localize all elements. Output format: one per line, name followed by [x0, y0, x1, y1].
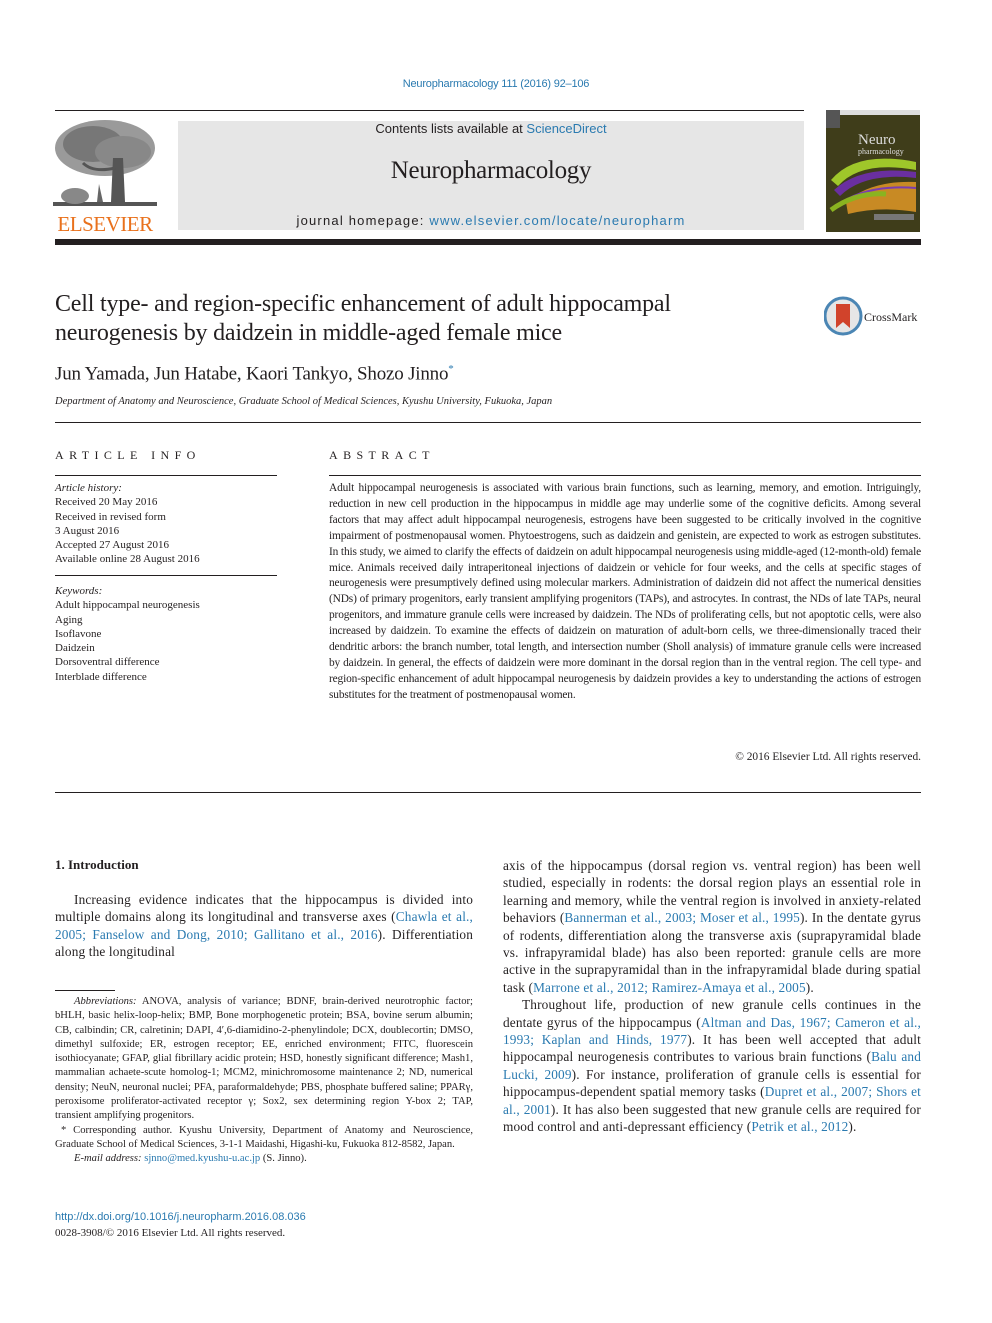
- homepage-line: journal homepage: www.elsevier.com/locat…: [178, 213, 804, 228]
- text: ).: [805, 979, 814, 995]
- contents-prefix: Contents lists available at: [375, 121, 527, 136]
- journal-cover-icon: Neuro pharmacology: [826, 110, 920, 232]
- history-item: Received 20 May 2016: [55, 496, 158, 509]
- corresponding-author-footnote: * Corresponding author. Kyushu Universit…: [55, 1124, 473, 1150]
- sciencedirect-link[interactable]: ScienceDirect: [526, 121, 606, 136]
- homepage-prefix: journal homepage:: [296, 213, 430, 228]
- divider: [55, 422, 921, 423]
- affiliation: Department of Anatomy and Neuroscience, …: [55, 396, 553, 407]
- elsevier-wordmark: ELSEVIER: [57, 212, 153, 236]
- keyword-item: Interblade difference: [55, 670, 147, 683]
- header-thick-rule: [55, 239, 921, 245]
- journal-name: Neuropharmacology: [390, 157, 592, 184]
- keywords: Keywords: Adult hippocampal neurogenesis…: [55, 584, 277, 684]
- article-info-heading: ARTICLE INFO: [55, 448, 201, 462]
- citation-link[interactable]: Petrik et al., 2012: [751, 1119, 848, 1134]
- title-line-1: Cell type- and region-specific enhanceme…: [55, 291, 671, 317]
- keyword-item: Aging: [55, 613, 83, 626]
- text: ).: [848, 1119, 857, 1135]
- history-item: Received in revised form: [55, 510, 166, 523]
- cover-title-pharmacology: pharmacology: [858, 147, 904, 156]
- abstract-text: Adult hippocampal neurogenesis is associ…: [329, 482, 921, 701]
- history-label: Article history:: [55, 482, 122, 494]
- text: ). It has also been suggested that new g…: [503, 1101, 921, 1135]
- keyword-item: Dorsoventral difference: [55, 656, 160, 669]
- divider: [329, 475, 921, 476]
- body-column-right: axis of the hippocampus (dorsal region v…: [503, 857, 921, 1136]
- journal-homepage-link[interactable]: www.elsevier.com/locate/neuropharm: [429, 213, 685, 228]
- elsevier-tree-icon: [53, 120, 157, 206]
- email-footnote: E-mail address: sjnno@med.kyushu-u.ac.jp…: [55, 1152, 473, 1166]
- introduction-heading: 1. Introduction: [55, 857, 139, 872]
- journal-cover-image[interactable]: Neuro pharmacology: [826, 110, 920, 232]
- title-line-2: neurogenesis by daidzein in middle-aged …: [55, 320, 562, 346]
- crossmark-icon: CrossMark: [823, 296, 917, 336]
- history-item: Available online 28 August 2016: [55, 553, 200, 566]
- crossmark-button[interactable]: CrossMark: [823, 296, 924, 336]
- footnote-rule: [55, 990, 115, 991]
- corresponding-author-mark[interactable]: *: [448, 363, 454, 375]
- authors-text: Jun Yamada, Jun Hatabe, Kaori Tankyo, Sh…: [55, 363, 449, 385]
- email-label: E-mail address:: [74, 1153, 142, 1165]
- paragraph: Throughout life, production of new granu…: [503, 996, 921, 1135]
- abbreviations-footnote: Abbreviations: ANOVA, analysis of varian…: [55, 995, 473, 1124]
- citation-link[interactable]: Marrone et al., 2012; Ramirez-Amaya et a…: [533, 980, 806, 995]
- citation-link[interactable]: Bannerman et al., 2003; Moser et al., 19…: [564, 910, 800, 925]
- body-column-left: Increasing evidence indicates that the h…: [55, 891, 473, 961]
- divider: [55, 792, 921, 793]
- doi-link[interactable]: http://dx.doi.org/10.1016/j.neuropharm.2…: [55, 1211, 306, 1223]
- keyword-item: Isoflavone: [55, 627, 102, 640]
- abstract-heading: ABSTRACT: [329, 448, 435, 462]
- keyword-item: Adult hippocampal neurogenesis: [55, 599, 200, 612]
- history-item: 3 August 2016: [55, 524, 120, 537]
- article-title: Cell type- and region-specific enhanceme…: [55, 290, 795, 348]
- header-top-rule: [55, 110, 804, 111]
- abbreviations-text: ANOVA, analysis of variance; BDNF, brain…: [55, 996, 473, 1122]
- divider: [55, 575, 277, 576]
- footnotes: Abbreviations: ANOVA, analysis of varian…: [55, 995, 473, 1167]
- paragraph: Increasing evidence indicates that the h…: [55, 891, 473, 961]
- cover-title-neuro: Neuro: [858, 132, 896, 148]
- journal-reference-link[interactable]: Neuropharmacology 111 (2016) 92–106: [0, 78, 992, 90]
- email-link[interactable]: sjnno@med.kyushu-u.ac.jp: [144, 1153, 260, 1164]
- email-suffix: (S. Jinno).: [260, 1153, 307, 1165]
- keyword-item: Daidzein: [55, 642, 95, 655]
- contents-line: Contents lists available at ScienceDirec…: [178, 121, 804, 136]
- divider: [55, 475, 277, 476]
- abstract-copyright: © 2016 Elsevier Ltd. All rights reserved…: [735, 751, 921, 763]
- author-list: Jun Yamada, Jun Hatabe, Kaori Tankyo, Sh…: [55, 363, 454, 385]
- issn-copyright: 0028-3908/© 2016 Elsevier Ltd. All right…: [55, 1227, 286, 1239]
- keywords-label: Keywords:: [55, 585, 103, 597]
- crossmark-label: CrossMark: [864, 310, 917, 324]
- history-item: Accepted 27 August 2016: [55, 539, 169, 552]
- article-history: Article history: Received 20 May 2016 Re…: [55, 481, 277, 567]
- abbreviations-label: Abbreviations:: [74, 996, 137, 1007]
- paragraph: axis of the hippocampus (dorsal region v…: [503, 857, 921, 996]
